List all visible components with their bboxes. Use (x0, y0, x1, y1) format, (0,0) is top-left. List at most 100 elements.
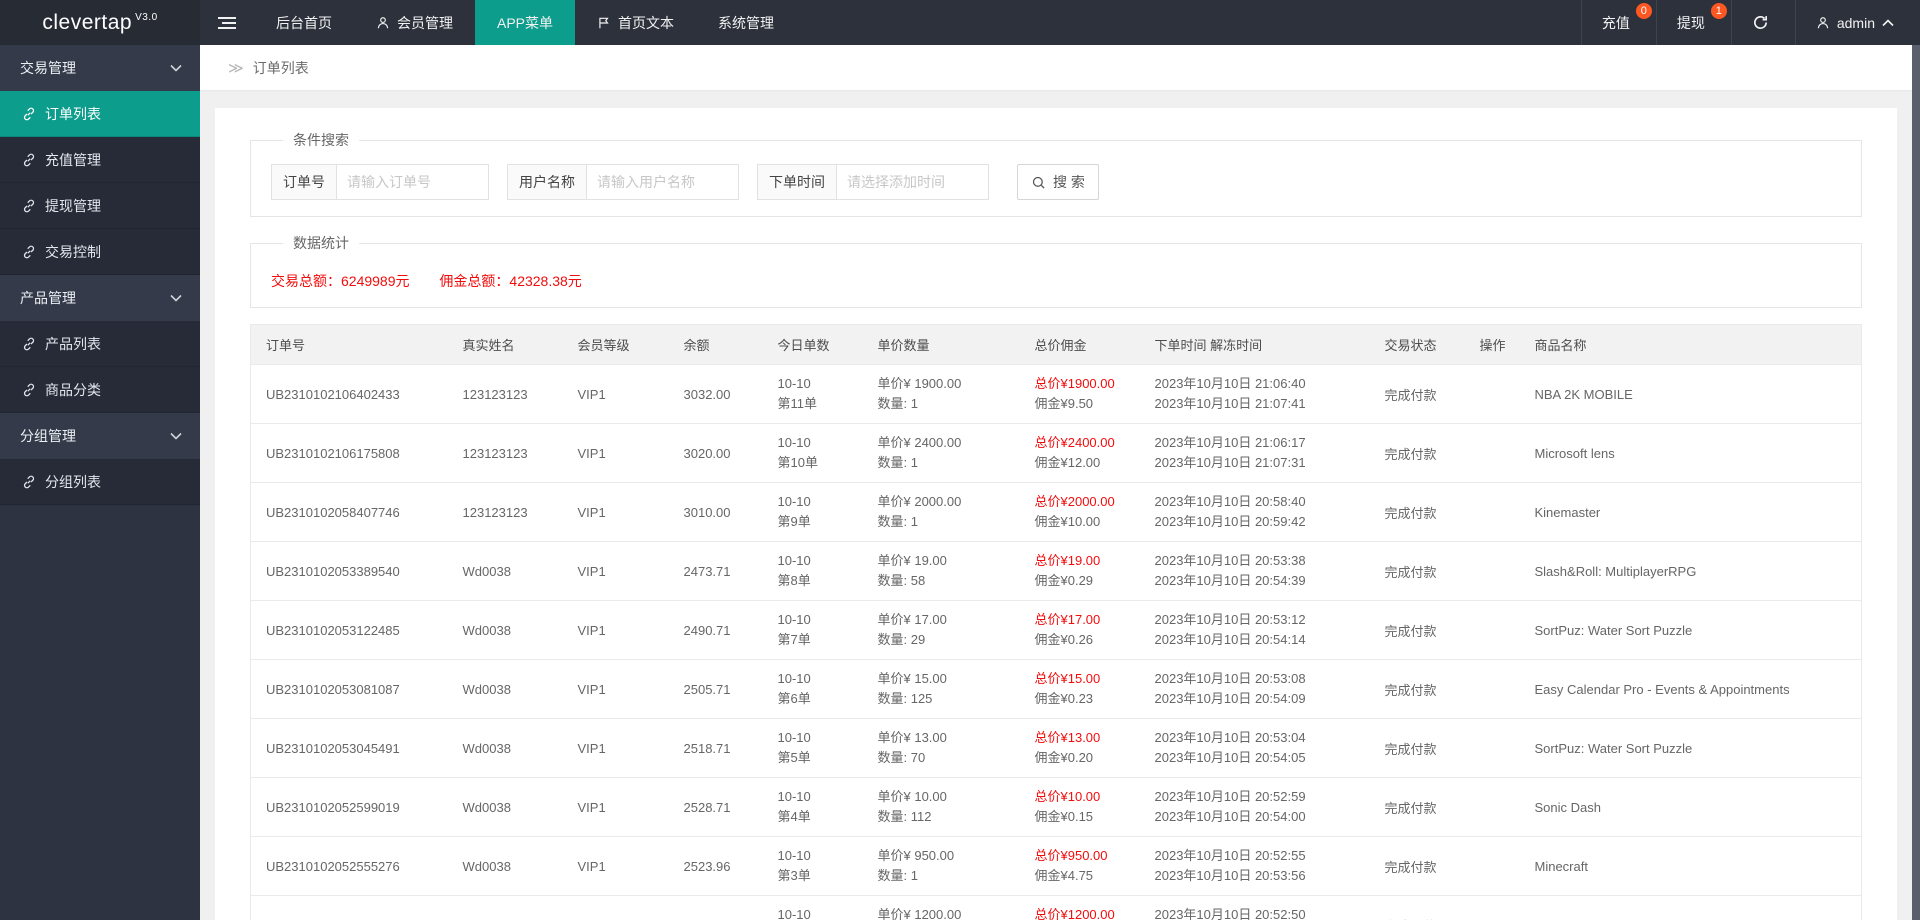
cell-real-name: Wd0038 (452, 836, 568, 896)
sidebar-item-recharge-management[interactable]: 充值管理 (0, 137, 200, 183)
cell-actions (1469, 600, 1525, 660)
cell-today-orders: 10-10 第10单 (767, 423, 868, 483)
cell-unit-qty: 单价¥ 950.00 数量: 1 (867, 836, 1025, 896)
nav-app-menu[interactable]: APP菜单 (475, 0, 576, 45)
cell-product-name: Sonic Dash (1524, 777, 1862, 837)
cell-today-orders: 10-10 第3单 (767, 836, 868, 896)
cell-today-orders: 10-10 第11单 (767, 364, 868, 424)
cell-total-commission: 总价¥1900.00 佣金¥9.50 (1024, 364, 1145, 424)
cell-member-level: VIP1 (567, 600, 674, 660)
brand-version: V3.0 (135, 12, 158, 23)
withdraw-button[interactable]: 提现 1 (1655, 0, 1731, 45)
cell-product-name: SortPuz: Water Sort Puzzle (1524, 718, 1862, 778)
cell-trade-status: 完成付款 (1374, 836, 1470, 896)
table-row: UB2310102058407746 123123123 VIP1 3010.0… (250, 482, 1862, 542)
cell-order-no: UB2310102053081087 (250, 659, 453, 719)
breadcrumb-icon: ≫ (228, 59, 244, 77)
username-input[interactable] (587, 164, 739, 200)
withdraw-badge: 1 (1710, 3, 1727, 19)
col-order-unfreeze-time: 下单时间 解冻时间 (1144, 324, 1375, 365)
chevron-down-icon (170, 432, 182, 440)
flag-icon (599, 17, 609, 28)
sidebar-group-product[interactable]: 产品管理 (0, 275, 200, 321)
nav-member-management[interactable]: 会员管理 (354, 0, 475, 45)
cell-product-name: Design+code (1524, 895, 1862, 920)
sidebar-item-product-list[interactable]: 产品列表 (0, 321, 200, 367)
cell-product-name: NBA 2K MOBILE (1524, 364, 1862, 424)
cell-today-orders: 10-10 第4单 (767, 777, 868, 837)
cell-unit-qty: 单价¥ 2400.00 数量: 1 (867, 423, 1025, 483)
sidebar-item-goods-category[interactable]: 商品分类 (0, 367, 200, 413)
cell-balance: 2473.71 (673, 541, 768, 601)
breadcrumb: ≫ 订单列表 (200, 45, 1912, 90)
top-nav: 后台首页 会员管理 APP菜单 首页文本 系统管理 (254, 0, 796, 45)
cell-actions (1469, 482, 1525, 542)
cell-product-name: SortPuz: Water Sort Puzzle (1524, 600, 1862, 660)
cell-balance: 2490.71 (673, 600, 768, 660)
cell-real-name: 123123123 (452, 482, 568, 542)
total-amount-value: 6249989元 (341, 273, 410, 289)
vertical-scrollbar[interactable] (1912, 45, 1920, 920)
col-today-orders: 今日单数 (767, 324, 868, 365)
refresh-button[interactable] (1730, 0, 1795, 45)
order-no-label: 订单号 (271, 164, 337, 200)
cell-total-commission: 总价¥15.00 佣金¥0.23 (1024, 659, 1145, 719)
cell-real-name: Wd0038 (452, 541, 568, 601)
sidebar-item-withdraw-management[interactable]: 提现管理 (0, 183, 200, 229)
app-logo: clevertap V3.0 (0, 0, 200, 45)
chevron-down-icon (170, 294, 182, 302)
search-legend: 条件搜索 (293, 132, 349, 148)
cell-real-name: Wd0038 (452, 718, 568, 778)
cell-actions (1469, 423, 1525, 483)
order-time-label: 下单时间 (757, 164, 837, 200)
sidebar: 交易管理 订单列表 充值管理 提现管理 交易控制 产品管理 产品列表 商品分类 … (0, 45, 200, 920)
order-no-filter: 订单号 (271, 164, 489, 200)
link-icon (23, 475, 35, 488)
table-row: UB2310102053045491 Wd0038 VIP1 2518.71 1… (250, 718, 1862, 778)
cell-today-orders: 10-10 第5单 (767, 718, 868, 778)
cell-product-name: Easy Calendar Pro - Events & Appointment… (1524, 659, 1862, 719)
search-button[interactable]: 搜 索 (1017, 164, 1099, 200)
total-amount-label: 交易总额： (271, 273, 341, 289)
order-table: 订单号 真实姓名 会员等级 余额 今日单数 单价数量 总价佣金 下单时间 解冻时… (250, 324, 1862, 920)
cell-today-orders: 10-10 第8单 (767, 541, 868, 601)
cell-times: 2023年10月10日 21:06:40 2023年10月10日 21:07:4… (1144, 364, 1375, 424)
cell-trade-status: 完成付款 (1374, 777, 1470, 837)
nav-home-text[interactable]: 首页文本 (575, 0, 696, 45)
sidebar-item-trade-control[interactable]: 交易控制 (0, 229, 200, 275)
cell-member-level: VIP1 (567, 541, 674, 601)
nav-system-management[interactable]: 系统管理 (696, 0, 796, 45)
chevron-up-icon (1882, 18, 1894, 26)
recharge-badge: 0 (1635, 3, 1652, 19)
cell-trade-status: 完成付款 (1374, 423, 1470, 483)
cell-order-no: UB2310102058407746 (250, 482, 453, 542)
cell-times: 2023年10月10日 20:58:40 2023年10月10日 20:59:4… (1144, 482, 1375, 542)
recharge-button[interactable]: 充值 0 (1580, 0, 1656, 45)
cell-times: 2023年10月10日 20:53:12 2023年10月10日 20:54:1… (1144, 600, 1375, 660)
refresh-icon (1753, 16, 1767, 29)
sidebar-item-group-list[interactable]: 分组列表 (0, 459, 200, 505)
commission-total-label: 佣金总额： (439, 273, 510, 289)
admin-menu[interactable]: admin (1794, 0, 1920, 45)
cell-today-orders: 10-10 第6单 (767, 659, 868, 719)
sidebar-group-trade[interactable]: 交易管理 (0, 45, 200, 91)
nav-backend-home[interactable]: 后台首页 (254, 0, 354, 45)
cell-trade-status: 完成付款 (1374, 600, 1470, 660)
order-time-input[interactable] (837, 164, 989, 200)
sidebar-collapse-button[interactable] (200, 0, 254, 45)
cell-balance: 3032.00 (673, 364, 768, 424)
cell-total-commission: 总价¥17.00 佣金¥0.26 (1024, 600, 1145, 660)
cell-member-level: VIP1 (567, 659, 674, 719)
chevron-down-icon (170, 64, 182, 72)
order-no-input[interactable] (337, 164, 489, 200)
sidebar-item-order-list[interactable]: 订单列表 (0, 91, 200, 137)
user-icon (1817, 16, 1829, 28)
cell-balance: 2517.96 (673, 895, 768, 920)
sidebar-group-grouping[interactable]: 分组管理 (0, 413, 200, 459)
top-bar: clevertap V3.0 后台首页 会员管理 APP菜单 首页文本 系统管理 … (0, 0, 1920, 45)
cell-actions (1469, 895, 1525, 920)
cell-member-level: VIP1 (567, 718, 674, 778)
cell-total-commission: 总价¥2000.00 佣金¥10.00 (1024, 482, 1145, 542)
link-icon (23, 337, 35, 350)
cell-product-name: Microsoft lens (1524, 423, 1862, 483)
